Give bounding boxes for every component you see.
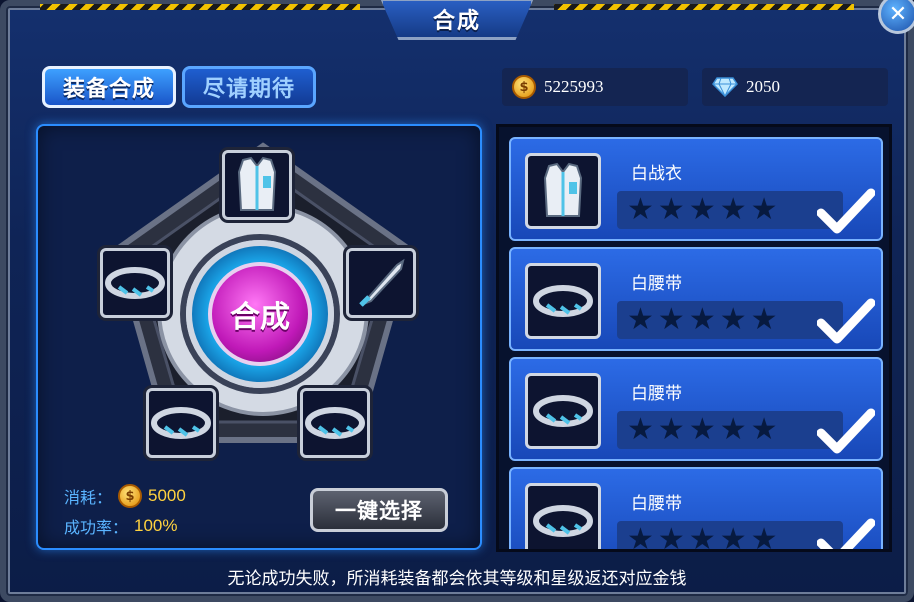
item-icon-slot	[525, 483, 601, 549]
star-icon: ★	[688, 412, 716, 447]
star-icon: ★	[627, 522, 654, 552]
tab-coming-soon[interactable]: 尽请期待	[182, 66, 316, 108]
window-title-plate: 合成	[380, 0, 534, 40]
check-icon	[817, 298, 875, 344]
check-icon	[817, 188, 875, 234]
star-icon: ★	[627, 412, 654, 447]
star-icon: ★	[657, 302, 685, 337]
cost-value: 5000	[148, 486, 186, 505]
diamond-amount: 2050	[746, 77, 780, 96]
list-item[interactable]: 白腰带 ★ ★ ★ ★ ★	[509, 357, 883, 461]
star-icon: ★	[750, 412, 778, 447]
auto-select-label: 一键选择	[335, 499, 423, 523]
slot-left[interactable]	[100, 248, 170, 318]
knife-icon	[359, 258, 405, 307]
belt-icon	[533, 395, 593, 427]
hazard-stripe-left	[40, 4, 360, 10]
star-icon: ★	[750, 302, 778, 337]
item-icon-slot	[525, 153, 601, 229]
window-title: 合成	[432, 9, 481, 34]
tab-equipment-synthesis[interactable]: 装备合成	[42, 66, 176, 108]
star-icon: ★	[719, 412, 747, 447]
gold-display: $ 5225993	[502, 68, 688, 106]
item-name: 白腰带	[631, 274, 682, 294]
item-icon-slot	[525, 263, 601, 339]
check-icon	[817, 408, 875, 454]
success-rate-label: 成功率：	[64, 518, 129, 537]
coin-icon: $	[512, 75, 536, 99]
star-icon: ★	[657, 192, 685, 227]
star-icon: ★	[657, 522, 685, 552]
coin-icon: $	[118, 484, 143, 508]
vest-icon	[237, 156, 277, 211]
star-icon: ★	[657, 412, 685, 447]
star-icon: ★	[688, 302, 716, 337]
item-name: 白腰带	[631, 384, 682, 404]
tab-label: 装备合成	[62, 77, 155, 102]
diamond-display: 2050	[702, 68, 888, 106]
cost-row: 消耗： $ 5000	[64, 484, 186, 508]
star-icon: ★	[750, 522, 778, 552]
list-item[interactable]: 白战衣 ★ ★ ★ ★ ★	[509, 137, 883, 241]
star-icon: ★	[719, 302, 747, 337]
vest-icon	[543, 162, 583, 217]
material-list[interactable]: 白战衣 ★ ★ ★ ★ ★ 白腰带 ★ ★ ★ ★ ★ 白腰带 ★ ★ ★ ★ ★	[496, 124, 892, 552]
slot-right[interactable]	[346, 248, 416, 318]
belt-icon	[533, 285, 593, 317]
close-icon: ✕	[888, 1, 908, 27]
success-rate-row: 成功率： 100%	[64, 514, 178, 538]
star-icon: ★	[627, 302, 654, 337]
belt-icon	[533, 505, 593, 537]
cost-label: 消耗：	[64, 488, 113, 507]
star-rating: ★ ★ ★ ★ ★	[617, 191, 843, 229]
combine-button[interactable]: 合成	[208, 262, 312, 366]
star-rating: ★ ★ ★ ★ ★	[617, 411, 843, 449]
success-rate-value: 100%	[134, 516, 178, 535]
star-rating: ★ ★ ★ ★ ★	[617, 521, 843, 552]
auto-select-button[interactable]: 一键选择	[310, 488, 448, 532]
list-item[interactable]: 白腰带 ★ ★ ★ ★ ★	[509, 467, 883, 552]
star-icon: ★	[688, 522, 716, 552]
star-icon: ★	[750, 192, 778, 227]
belt-icon	[305, 407, 365, 439]
tab-label: 尽请期待	[202, 77, 295, 102]
slot-bottom-right[interactable]	[300, 388, 370, 458]
item-name: 白战衣	[631, 164, 682, 184]
star-icon: ★	[627, 192, 654, 227]
hazard-stripe-right	[554, 4, 854, 10]
star-icon: ★	[719, 522, 747, 552]
diamond-icon	[712, 77, 738, 98]
slot-bottom-left[interactable]	[146, 388, 216, 458]
slot-top[interactable]	[222, 150, 292, 220]
combine-label: 合成	[230, 300, 290, 335]
star-icon: ★	[719, 192, 747, 227]
item-icon-slot	[525, 373, 601, 449]
list-item[interactable]: 白腰带 ★ ★ ★ ★ ★	[509, 247, 883, 351]
check-icon	[817, 518, 875, 549]
belt-icon	[105, 267, 165, 299]
refund-notice: 无论成功失败，所消耗装备都会依其等级和星级返还对应金钱	[227, 569, 687, 589]
star-icon: ★	[688, 192, 716, 227]
gold-amount: 5225993	[544, 77, 604, 96]
item-name: 白腰带	[631, 494, 682, 514]
star-rating: ★ ★ ★ ★ ★	[617, 301, 843, 339]
belt-icon	[151, 407, 211, 439]
